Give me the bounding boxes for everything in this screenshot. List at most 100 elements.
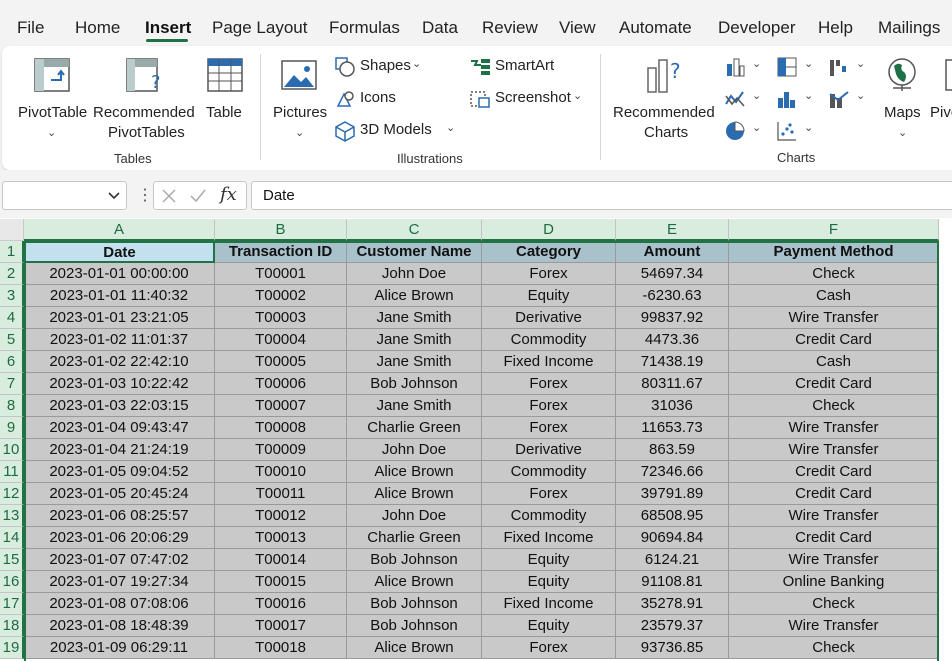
table-cell[interactable]: T00001: [215, 263, 347, 285]
table-cell[interactable]: Forex: [482, 373, 616, 395]
table-cell[interactable]: John Doe: [347, 263, 482, 285]
table-cell[interactable]: T00011: [215, 483, 347, 505]
pivottable-button[interactable]: PivotTable ⌄: [16, 52, 90, 142]
row-header-18[interactable]: 18: [0, 615, 24, 637]
table-cell[interactable]: Commodity: [482, 329, 616, 351]
tab-file[interactable]: File: [17, 18, 44, 38]
table-cell[interactable]: 2023-01-07 19:27:34: [24, 571, 215, 593]
table-cell[interactable]: T00018: [215, 637, 347, 659]
table-button[interactable]: Table: [202, 52, 248, 142]
table-cell[interactable]: 68508.95: [616, 505, 729, 527]
combo-chart-button[interactable]: ⌄: [826, 86, 868, 110]
table-cell[interactable]: Equity: [482, 285, 616, 307]
tab-review[interactable]: Review: [482, 18, 538, 38]
table-cell[interactable]: 93736.85: [616, 637, 729, 659]
table-cell[interactable]: Cash: [729, 351, 939, 373]
line-chart-button[interactable]: ⌄: [722, 86, 764, 110]
table-cell[interactable]: T00012: [215, 505, 347, 527]
table-cell[interactable]: 2023-01-05 20:45:24: [24, 483, 215, 505]
tab-home[interactable]: Home: [75, 18, 120, 38]
cancel-icon[interactable]: [161, 188, 177, 204]
tab-formulas[interactable]: Formulas: [329, 18, 400, 38]
tab-insert[interactable]: Insert: [145, 18, 191, 38]
table-cell[interactable]: Wire Transfer: [729, 307, 939, 329]
table-cell[interactable]: Derivative: [482, 307, 616, 329]
table-cell[interactable]: Forex: [482, 637, 616, 659]
table-cell[interactable]: Commodity: [482, 461, 616, 483]
select-all-corner[interactable]: [0, 219, 24, 241]
header-cell[interactable]: Payment Method: [729, 241, 939, 263]
table-cell[interactable]: Credit Card: [729, 527, 939, 549]
table-cell[interactable]: 2023-01-03 22:03:15: [24, 395, 215, 417]
tab-developer[interactable]: Developer: [718, 18, 796, 38]
table-cell[interactable]: 2023-01-01 00:00:00: [24, 263, 215, 285]
row-header-15[interactable]: 15: [0, 549, 24, 571]
column-header-b[interactable]: B: [215, 219, 347, 241]
column-chart-button[interactable]: ⌄: [722, 54, 764, 78]
header-cell[interactable]: Customer Name: [347, 241, 482, 263]
table-cell[interactable]: T00007: [215, 395, 347, 417]
recommended-pivottables-button[interactable]: ? Recommended PivotTables: [93, 52, 197, 142]
table-cell[interactable]: Fixed Income: [482, 351, 616, 373]
table-cell[interactable]: 72346.66: [616, 461, 729, 483]
table-cell[interactable]: Bob Johnson: [347, 549, 482, 571]
table-cell[interactable]: T00013: [215, 527, 347, 549]
table-cell[interactable]: T00014: [215, 549, 347, 571]
more-options-icon[interactable]: ⋮: [137, 185, 153, 205]
table-cell[interactable]: Check: [729, 593, 939, 615]
table-cell[interactable]: T00009: [215, 439, 347, 461]
table-cell[interactable]: Commodity: [482, 505, 616, 527]
table-cell[interactable]: 71438.19: [616, 351, 729, 373]
pivotchart-button[interactable]: Pivo: [930, 52, 952, 142]
row-header-6[interactable]: 6: [0, 351, 24, 373]
table-cell[interactable]: Jane Smith: [347, 351, 482, 373]
row-header-14[interactable]: 14: [0, 527, 24, 549]
table-cell[interactable]: Alice Brown: [347, 571, 482, 593]
table-cell[interactable]: Bob Johnson: [347, 373, 482, 395]
enter-check-icon[interactable]: [189, 188, 207, 204]
table-cell[interactable]: Forex: [482, 263, 616, 285]
table-cell[interactable]: Jane Smith: [347, 395, 482, 417]
table-cell[interactable]: T00016: [215, 593, 347, 615]
table-cell[interactable]: Forex: [482, 417, 616, 439]
table-cell[interactable]: 31036: [616, 395, 729, 417]
table-cell[interactable]: T00017: [215, 615, 347, 637]
table-cell[interactable]: 99837.92: [616, 307, 729, 329]
table-cell[interactable]: Fixed Income: [482, 593, 616, 615]
table-cell[interactable]: T00010: [215, 461, 347, 483]
table-cell[interactable]: Wire Transfer: [729, 439, 939, 461]
table-cell[interactable]: 2023-01-01 23:21:05: [24, 307, 215, 329]
table-cell[interactable]: 2023-01-08 07:08:06: [24, 593, 215, 615]
screenshot-button[interactable]: Screenshot ⌄: [467, 86, 587, 110]
table-cell[interactable]: Credit Card: [729, 329, 939, 351]
table-cell[interactable]: Credit Card: [729, 461, 939, 483]
tab-mailings[interactable]: Mailings: [878, 18, 940, 38]
hierarchy-chart-button[interactable]: ⌄: [774, 54, 816, 78]
table-cell[interactable]: Equity: [482, 615, 616, 637]
table-cell[interactable]: Equity: [482, 549, 616, 571]
table-cell[interactable]: Check: [729, 395, 939, 417]
table-cell[interactable]: 11653.73: [616, 417, 729, 439]
shapes-button[interactable]: Shapes ⌄: [332, 54, 424, 78]
scatter-chart-button[interactable]: ⌄: [774, 118, 816, 142]
table-cell[interactable]: T00002: [215, 285, 347, 307]
tab-page-layout[interactable]: Page Layout: [212, 18, 307, 38]
column-header-f[interactable]: F: [729, 219, 939, 241]
column-header-e[interactable]: E: [616, 219, 729, 241]
row-header-5[interactable]: 5: [0, 329, 24, 351]
table-cell[interactable]: Charlie Green: [347, 527, 482, 549]
tab-automate[interactable]: Automate: [619, 18, 692, 38]
fx-icon[interactable]: fx: [220, 184, 237, 205]
table-cell[interactable]: Alice Brown: [347, 637, 482, 659]
table-cell[interactable]: 4473.36: [616, 329, 729, 351]
formula-input[interactable]: Date: [251, 181, 952, 210]
table-cell[interactable]: Wire Transfer: [729, 615, 939, 637]
table-cell[interactable]: 91108.81: [616, 571, 729, 593]
pie-chart-button[interactable]: ⌄: [722, 118, 764, 142]
table-cell[interactable]: Alice Brown: [347, 285, 482, 307]
table-cell[interactable]: 2023-01-04 21:24:19: [24, 439, 215, 461]
row-header-19[interactable]: 19: [0, 637, 24, 659]
table-cell[interactable]: Wire Transfer: [729, 549, 939, 571]
icons-button[interactable]: Icons: [332, 86, 402, 110]
header-cell[interactable]: Category: [482, 241, 616, 263]
